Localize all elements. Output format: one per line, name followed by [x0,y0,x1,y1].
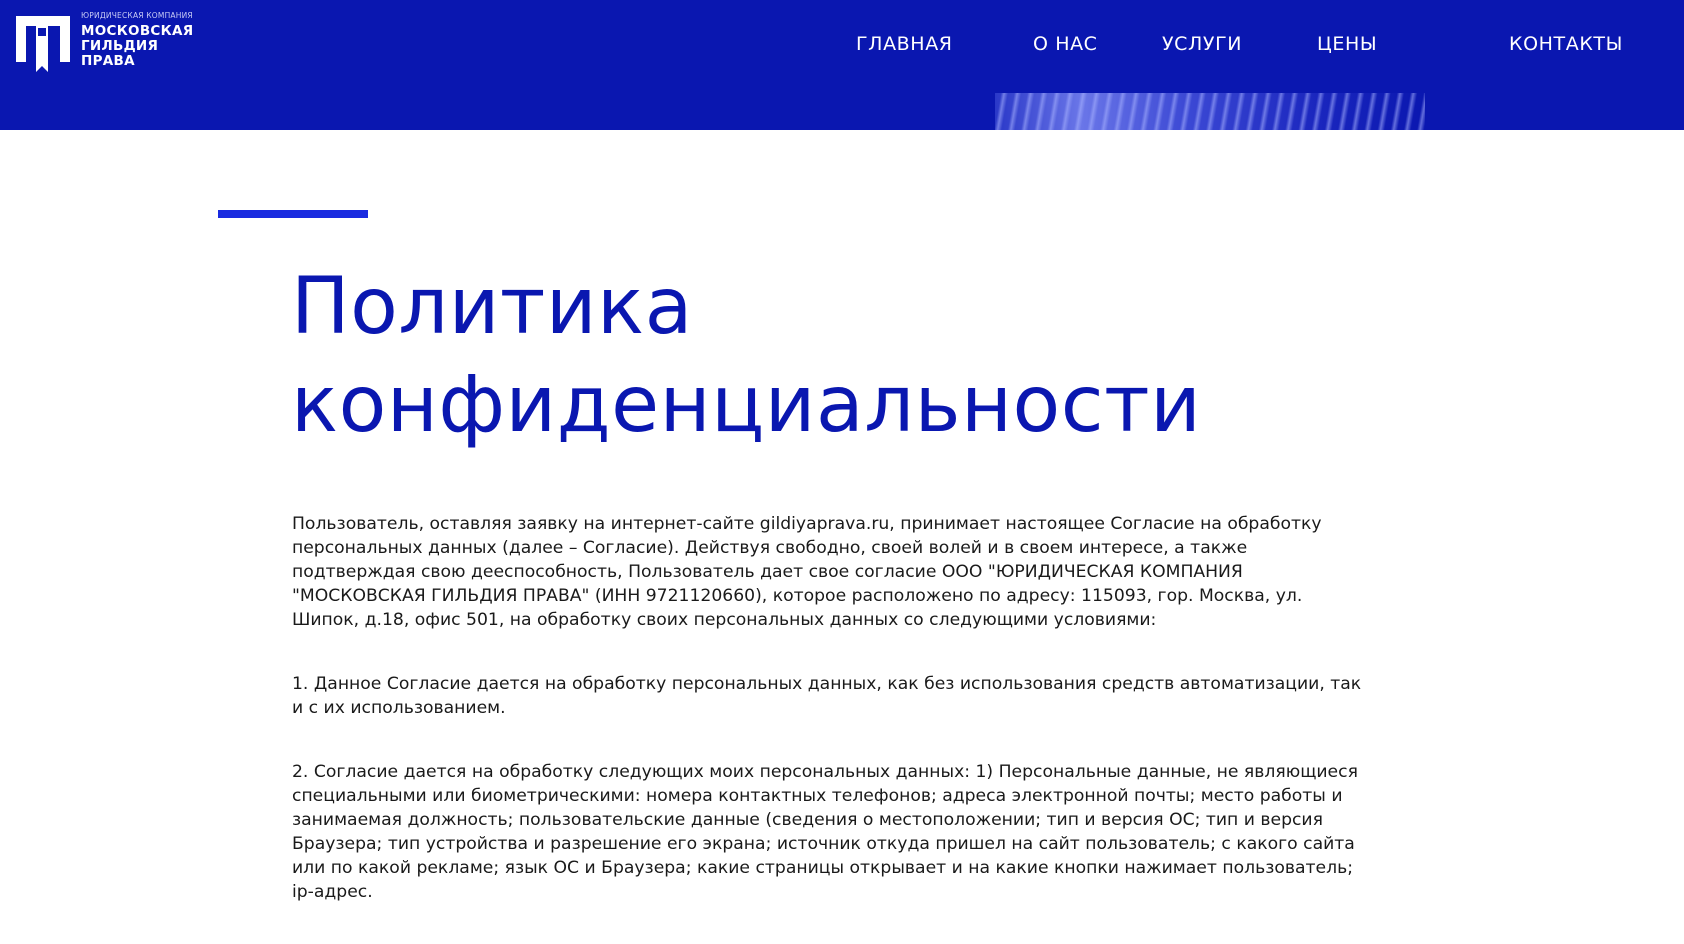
logo-line: МОСКОВСКАЯ [81,23,194,39]
page-title: Политика конфиденциальности [291,258,1391,454]
nav-item-prices[interactable]: ЦЕНЫ [1317,33,1377,55]
page-title-line: Политика [291,262,693,352]
logo-wordmark[interactable]: МОСКОВСКАЯ ГИЛЬДИЯ ПРАВА [81,24,193,69]
policy-text: Пользователь, оставляя заявку на интерне… [292,512,1362,944]
nav-item-services[interactable]: УСЛУГИ [1162,33,1242,55]
logo-line: ГИЛЬДИЯ [81,38,159,54]
header-banner-image [995,93,1425,130]
logo-line: ПРАВА [81,53,135,69]
nav-item-about[interactable]: О НАС [1033,33,1098,55]
site-header: ЮРИДИЧЕСКАЯ КОМПАНИЯ МОСКОВСКАЯ ГИЛЬДИЯ … [0,0,1684,130]
logo-icon[interactable] [14,12,72,72]
header-banner-strip [0,93,1684,130]
policy-paragraph: 1. Данное Согласие дается на обработку п… [292,674,1362,718]
nav-item-contacts[interactable]: КОНТАКТЫ [1509,33,1623,55]
policy-paragraph: 2. Согласие дается на обработку следующи… [292,762,1358,902]
logo-subtitle: ЮРИДИЧЕСКАЯ КОМПАНИЯ [81,11,193,20]
title-accent-bar [218,210,368,218]
page-title-line: конфиденциальности [291,360,1202,450]
policy-paragraph: Пользователь, оставляя заявку на интерне… [292,514,1322,630]
nav-item-home[interactable]: ГЛАВНАЯ [856,33,953,55]
